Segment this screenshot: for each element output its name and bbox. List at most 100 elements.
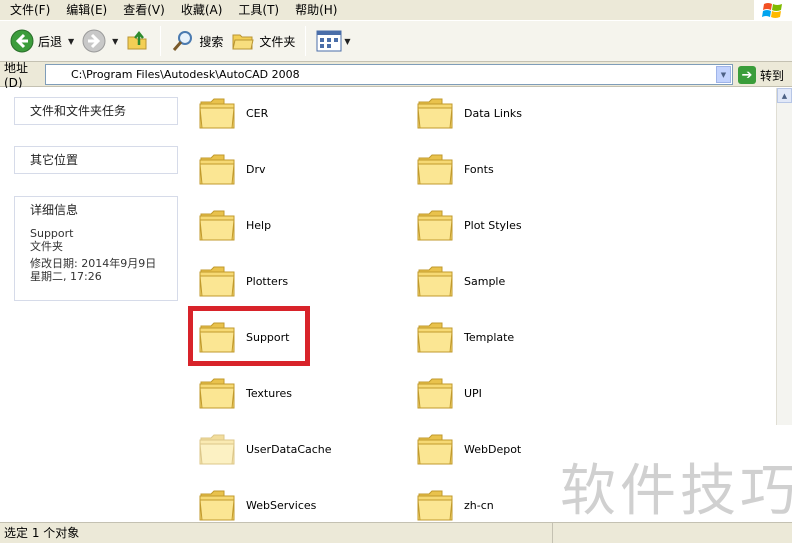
menu-bar: 文件(F) 编辑(E) 查看(V) 收藏(A) 工具(T) 帮助(H) — [0, 0, 792, 20]
folder-item[interactable]: UPI — [416, 371, 616, 415]
menu-edit[interactable]: 编辑(E) — [58, 0, 115, 20]
folder-item[interactable]: Textures — [198, 371, 398, 415]
folders-label: 文件夹 — [259, 34, 296, 49]
folder-view: CER Data Links Drv Fonts Help Plot Styles Plot… — [190, 88, 776, 522]
folder-item[interactable]: CER — [198, 91, 398, 135]
folder-name: Plot Styles — [464, 218, 522, 232]
status-bar: 选定 1 个对象 — [0, 522, 792, 543]
back-arrow-icon — [10, 29, 34, 53]
folder-name: UPI — [464, 386, 482, 400]
toolbar-separator — [160, 26, 162, 56]
folder-name: Data Links — [464, 106, 523, 120]
folder-item[interactable]: Plotters — [198, 259, 398, 303]
file-tasks-title[interactable]: 文件和文件夹任务 — [15, 98, 177, 124]
folder-name: Drv — [246, 162, 266, 176]
folder-icon — [198, 208, 236, 242]
address-input[interactable]: C:\Program Files\Autodesk\AutoCAD 2008 ▼ — [45, 64, 733, 85]
file-tasks-panel[interactable]: 文件和文件夹任务 — [14, 97, 178, 125]
folder-icon — [198, 376, 236, 410]
folder-item[interactable]: Drv — [198, 147, 398, 191]
folder-name: WebDepot — [464, 442, 522, 456]
address-dropdown-icon[interactable]: ▼ — [716, 66, 731, 83]
folder-icon — [416, 152, 454, 186]
vertical-scrollbar[interactable]: ▲ — [776, 88, 792, 425]
views-button[interactable]: ▼ — [312, 24, 354, 58]
folder-name: WebServices — [246, 498, 317, 512]
menu-favorites[interactable]: 收藏(A) — [173, 0, 231, 20]
folders-button[interactable]: 文件夹 — [227, 24, 299, 58]
folder-item[interactable]: Fonts — [416, 147, 616, 191]
folder-icon — [416, 376, 454, 410]
folder-icon — [416, 264, 454, 298]
folder-name: Template — [464, 330, 515, 344]
details-body: Support 文件夹 修改日期: 2014年9月9日 星期二, 17:26 — [15, 223, 177, 283]
folder-item[interactable]: Help — [198, 203, 398, 247]
up-folder-icon — [127, 30, 147, 50]
scroll-up-icon[interactable]: ▲ — [777, 88, 792, 103]
menu-view[interactable]: 查看(V) — [115, 0, 173, 20]
details-title[interactable]: 详细信息 — [15, 197, 177, 223]
other-places-panel[interactable]: 其它位置 — [14, 146, 178, 174]
address-bar: 地址(D) C:\Program Files\Autodesk\AutoCAD … — [0, 60, 792, 90]
forward-dropdown-icon[interactable]: ▼ — [112, 37, 118, 46]
address-value: C:\Program Files\Autodesk\AutoCAD 2008 — [71, 68, 300, 81]
folder-name: CER — [246, 106, 269, 120]
views-icon — [316, 30, 342, 52]
back-button[interactable]: 后退 ▼ — [6, 24, 78, 58]
toolbar: 后退 ▼ ▼ 搜索 文件夹 ▼ — [0, 20, 792, 62]
folders-icon — [232, 34, 254, 50]
menu-file[interactable]: 文件(F) — [2, 0, 58, 20]
folder-icon — [416, 96, 454, 130]
folder-name: Sample — [464, 274, 506, 288]
folder-item[interactable]: UserDataCache — [198, 427, 398, 471]
go-button[interactable]: ➔ 转到 — [738, 65, 784, 85]
folder-item[interactable]: WebDepot — [416, 427, 616, 471]
folder-item[interactable]: Plot Styles — [416, 203, 616, 247]
folder-icon — [198, 264, 236, 298]
back-label: 后退 — [38, 34, 63, 49]
folder-item[interactable]: Data Links — [416, 91, 616, 135]
folder-name: Fonts — [464, 162, 494, 176]
address-label: 地址(D) — [4, 60, 29, 90]
folder-icon — [198, 152, 236, 186]
folder-name: Plotters — [246, 274, 289, 288]
folder-item[interactable]: Support — [198, 315, 398, 359]
folder-icon — [198, 488, 236, 522]
forward-button[interactable]: ▼ — [78, 24, 122, 58]
go-arrow-icon: ➔ — [738, 66, 756, 84]
forward-arrow-icon — [82, 29, 106, 53]
up-folder-button[interactable] — [122, 24, 154, 58]
folder-item[interactable]: Template — [416, 315, 616, 359]
folder-item[interactable]: Sample — [416, 259, 616, 303]
windows-logo-icon — [754, 0, 792, 20]
toolbar-separator — [305, 26, 307, 56]
go-label: 转到 — [760, 68, 785, 83]
folder-name: UserDataCache — [246, 442, 332, 456]
task-pane: 文件和文件夹任务 其它位置 详细信息 Support 文件夹 修改日期: 201… — [0, 88, 190, 522]
folder-name: Support — [246, 330, 290, 344]
details-type: 文件夹 — [30, 240, 63, 253]
search-button[interactable]: 搜索 — [167, 24, 227, 58]
back-dropdown-icon[interactable]: ▼ — [68, 37, 74, 46]
details-name: Support — [30, 227, 74, 240]
folder-icon — [198, 96, 236, 130]
menu-tools[interactable]: 工具(T) — [230, 0, 287, 20]
folder-icon — [198, 432, 236, 466]
views-dropdown-icon[interactable]: ▼ — [344, 37, 350, 46]
folder-icon — [416, 208, 454, 242]
other-places-title[interactable]: 其它位置 — [15, 147, 177, 173]
status-text: 选定 1 个对象 — [0, 523, 553, 543]
search-icon — [173, 31, 193, 51]
folder-name: Textures — [246, 386, 292, 400]
details-modified: 修改日期: 2014年9月9日 — [30, 257, 157, 270]
folder-icon — [416, 488, 454, 522]
folder-icon — [416, 320, 454, 354]
folder-item[interactable]: WebServices — [198, 483, 398, 522]
folder-item[interactable]: zh-cn — [416, 483, 616, 522]
folder-name: Help — [246, 218, 272, 232]
menu-help[interactable]: 帮助(H) — [287, 0, 345, 20]
folder-icon — [198, 320, 236, 354]
folder-icon — [416, 432, 454, 466]
folder-name: zh-cn — [464, 498, 494, 512]
search-label: 搜索 — [199, 34, 224, 49]
